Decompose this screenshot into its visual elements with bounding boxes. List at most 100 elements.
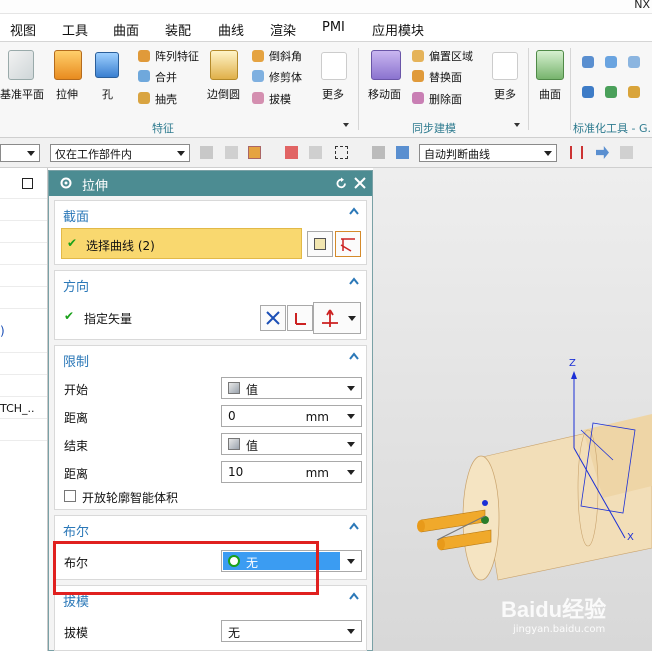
menu-curve[interactable]: 曲线 <box>218 20 244 39</box>
boolean-title[interactable]: 布尔 <box>63 521 89 540</box>
menu-app-modules[interactable]: 应用模块 <box>372 20 424 39</box>
menu-assembly[interactable]: 装配 <box>165 20 191 39</box>
chamfer-label[interactable]: 倒斜角 <box>269 48 302 64</box>
reset-icon[interactable] <box>335 177 348 190</box>
reverse-direction-button[interactable] <box>260 305 286 331</box>
std-tool-icon[interactable] <box>582 86 594 98</box>
trim-body-icon[interactable] <box>252 70 264 82</box>
curve-icon <box>340 238 355 252</box>
solid-body-icon[interactable] <box>396 146 409 159</box>
std-tool-icon[interactable] <box>628 56 640 68</box>
more-sync-label[interactable]: 更多 <box>494 86 516 102</box>
std-tool-icon[interactable] <box>582 56 594 68</box>
datum-plane-label[interactable]: 基准平面 <box>0 86 44 102</box>
open-profile-checkbox[interactable] <box>64 490 76 502</box>
pattern-icon[interactable] <box>138 50 150 62</box>
graphics-window[interactable]: Z X Baidu经验 jingyan.baidu.com <box>373 168 652 651</box>
offset-region-label[interactable]: 偏置区域 <box>429 48 473 64</box>
extrude-icon[interactable] <box>54 50 82 80</box>
snap-icon[interactable] <box>309 146 322 159</box>
ribbon-separator <box>570 48 571 130</box>
surface-icon[interactable] <box>536 50 564 80</box>
menu-surface[interactable]: 曲面 <box>113 20 139 39</box>
start-dropdown[interactable]: 值 <box>221 377 362 399</box>
hole-icon[interactable] <box>95 52 119 78</box>
specify-vector-label: 指定矢量 <box>84 312 133 326</box>
group-std-label: 标准化工具 - G... <box>573 122 652 135</box>
collapse-icon[interactable] <box>349 522 359 530</box>
rectangle-select-icon[interactable] <box>335 146 348 159</box>
direction-title[interactable]: 方向 <box>63 276 89 295</box>
close-icon[interactable] <box>354 177 366 189</box>
offset-region-icon[interactable] <box>412 50 424 62</box>
follow-fillet-icon[interactable] <box>596 146 609 159</box>
draft-dropdown[interactable]: 无 <box>221 620 362 642</box>
pattern-label[interactable]: 阵列特征 <box>155 48 199 64</box>
ribbon-separator <box>528 48 529 130</box>
end-dropdown[interactable]: 值 <box>221 433 362 455</box>
edge-blend-icon[interactable] <box>210 50 238 80</box>
menu-pmi[interactable]: PMI <box>322 20 345 35</box>
trim-body-label[interactable]: 修剪体 <box>269 69 302 85</box>
end-distance-field[interactable]: 10 mm <box>221 461 362 483</box>
sketch-section-button[interactable] <box>307 231 333 257</box>
stop-at-intersection-icon[interactable] <box>570 146 583 159</box>
collapse-icon[interactable] <box>349 352 359 360</box>
selection-intent-icon[interactable] <box>248 146 261 159</box>
draft-label[interactable]: 拔模 <box>269 91 291 107</box>
std-tool-icon[interactable] <box>605 56 617 68</box>
delete-face-label[interactable]: 删除面 <box>429 91 462 107</box>
extrude-label[interactable]: 拉伸 <box>56 86 78 102</box>
replace-face-label[interactable]: 替换面 <box>429 69 462 85</box>
replace-face-icon[interactable] <box>412 70 424 82</box>
collapse-icon[interactable] <box>349 207 359 215</box>
section-title[interactable]: 截面 <box>63 206 89 225</box>
menu-tools[interactable]: 工具 <box>62 20 88 39</box>
shell-icon[interactable] <box>138 92 150 104</box>
move-face-label[interactable]: 移动面 <box>368 86 401 102</box>
move-face-icon[interactable] <box>371 50 401 80</box>
surface-label[interactable]: 曲面 <box>539 86 561 102</box>
more-sync-icon[interactable] <box>492 52 518 80</box>
chain-icon[interactable] <box>620 146 633 159</box>
unite-label[interactable]: 合并 <box>155 69 177 85</box>
selection-bar: 仅在工作部件内 自动判断曲线 <box>0 138 652 168</box>
datum-plane-icon[interactable] <box>8 50 34 80</box>
edge-blend-label[interactable]: 边倒圆 <box>207 86 240 102</box>
draft-icon[interactable] <box>252 92 264 104</box>
type-filter-dropdown[interactable] <box>0 144 40 162</box>
hole-label[interactable]: 孔 <box>102 86 113 102</box>
gear-icon[interactable] <box>59 176 73 190</box>
vector-dialog-button[interactable] <box>287 305 313 331</box>
unite-icon[interactable] <box>138 70 150 82</box>
limits-title[interactable]: 限制 <box>63 351 89 370</box>
menu-view[interactable]: 视图 <box>10 20 36 39</box>
group-expand-icon[interactable] <box>514 123 520 127</box>
shell-label[interactable]: 抽壳 <box>155 91 177 107</box>
snap-icon[interactable] <box>200 146 213 159</box>
watermark-logo: Baidu经验 <box>501 597 607 622</box>
more-features-label[interactable]: 更多 <box>322 86 344 102</box>
scope-filter-dropdown[interactable]: 仅在工作部件内 <box>50 144 190 162</box>
eraser-icon[interactable] <box>372 146 385 159</box>
maximize-icon[interactable] <box>22 178 33 189</box>
point-snap-icon[interactable] <box>285 146 298 159</box>
menu-render[interactable]: 渲染 <box>270 20 296 39</box>
select-curve-row[interactable]: ✔ 选择曲线 (2) <box>61 228 302 259</box>
collapse-icon[interactable] <box>349 592 359 600</box>
nav-item-partial[interactable]: ) <box>0 324 5 338</box>
nav-item-sketch[interactable]: TCH_.. <box>0 402 35 415</box>
dialog-header: 拉伸 <box>49 171 372 196</box>
more-features-icon[interactable] <box>321 52 347 80</box>
collapse-icon[interactable] <box>349 277 359 285</box>
group-expand-icon[interactable] <box>343 123 349 127</box>
start-distance-field[interactable]: 0 mm <box>221 405 362 427</box>
snap-icon[interactable] <box>225 146 238 159</box>
vector-type-dropdown[interactable] <box>313 302 361 334</box>
delete-face-icon[interactable] <box>412 92 424 104</box>
chamfer-icon[interactable] <box>252 50 264 62</box>
std-tool-icon[interactable] <box>605 86 617 98</box>
curve-section-button[interactable] <box>335 231 361 257</box>
std-tool-icon[interactable] <box>628 86 640 98</box>
curve-rule-dropdown[interactable]: 自动判断曲线 <box>419 144 557 162</box>
